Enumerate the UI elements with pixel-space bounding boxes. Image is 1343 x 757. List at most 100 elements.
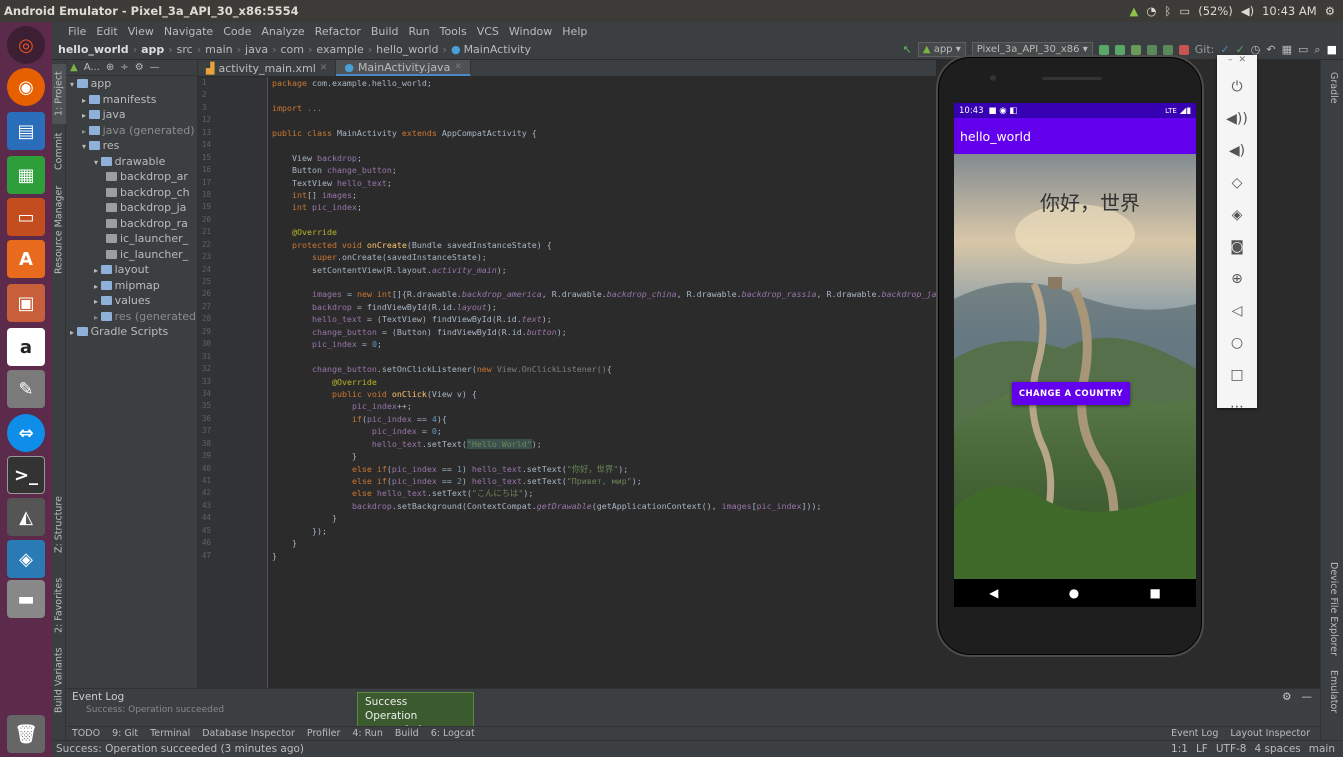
tab-activity-main-xml[interactable]: ▟ activity_main.xml ✕ (198, 60, 337, 76)
menu-file[interactable]: File (68, 25, 86, 38)
file-encoding[interactable]: UTF-8 (1216, 743, 1247, 755)
tree-item[interactable]: ▾ app (66, 76, 197, 92)
apply-changes-icon[interactable] (1114, 44, 1125, 55)
run-tab[interactable]: 4: Run (352, 728, 382, 739)
code-line[interactable]: pic_index++; (268, 400, 936, 412)
volume-up-icon[interactable]: ◀)) (1217, 103, 1257, 135)
code-line[interactable]: backdrop.setBackground(ContextCompat.get… (268, 500, 936, 512)
code-line[interactable]: public class MainActivity extends AppCom… (268, 127, 936, 139)
teamviewer-icon[interactable]: ⇔ (7, 414, 45, 452)
code-line[interactable] (268, 351, 936, 363)
attach-icon[interactable] (1162, 44, 1173, 55)
gear-icon[interactable]: ⚙ (135, 62, 144, 73)
code-line[interactable] (268, 139, 936, 151)
tree-item[interactable]: ▸ res (generated) (66, 309, 197, 325)
code-line[interactable]: @Override (268, 376, 936, 388)
menu-code[interactable]: Code (223, 25, 251, 38)
gradle-tool-tab[interactable]: Gradle (1325, 72, 1339, 104)
tree-item[interactable]: backdrop_ch (66, 185, 197, 201)
code-line[interactable]: import ... (268, 102, 936, 114)
code-line[interactable]: Button change_button; (268, 164, 936, 176)
home-icon[interactable]: ● (1069, 586, 1079, 600)
tree-item[interactable]: ▾ res (66, 138, 197, 154)
tree-item[interactable]: ▸ java (generated) (66, 123, 197, 139)
hide-icon[interactable]: — (150, 62, 160, 73)
more-icon[interactable]: ⋯ (1217, 391, 1257, 423)
chevron-icon[interactable]: ▾ (70, 80, 77, 89)
code-line[interactable] (268, 114, 936, 126)
indent-setting[interactable]: 4 spaces (1254, 743, 1300, 755)
stop-icon[interactable] (1178, 44, 1189, 55)
window-close-icon[interactable]: ■ (1327, 43, 1337, 56)
camera-icon[interactable]: ◙ (1217, 231, 1257, 263)
close-icon[interactable]: ✕ (1238, 55, 1246, 71)
emulator-icon[interactable]: ◈ (7, 540, 45, 578)
target-icon[interactable]: ⊕ (106, 62, 114, 73)
writer-icon[interactable]: ▤ (7, 112, 45, 150)
overview-icon[interactable]: □ (1217, 359, 1257, 391)
overview-icon[interactable]: ■ (1150, 586, 1161, 600)
code-line[interactable]: protected void onCreate(Bundle savedInst… (268, 239, 936, 251)
hide-icon[interactable]: — (1302, 691, 1313, 703)
tree-item[interactable]: ▸ manifests (66, 92, 197, 108)
tree-item[interactable]: backdrop_ja (66, 200, 197, 216)
ubuntu-logo-icon[interactable]: ◎ (7, 26, 45, 64)
volume-down-icon[interactable]: ◀) (1217, 135, 1257, 167)
resource-manager-tab[interactable]: Resource Manager (52, 180, 66, 280)
code-line[interactable]: super.onCreate(savedInstanceState); (268, 251, 936, 263)
gear-icon[interactable]: ⚙ (1325, 4, 1335, 18)
code-line[interactable]: change_button.setOnClickListener(new Vie… (268, 363, 936, 375)
code-line[interactable]: TextView hello_text; (268, 177, 936, 189)
back-icon[interactable]: ◀ (989, 586, 998, 600)
tree-item[interactable]: backdrop_ra (66, 216, 197, 232)
code-line[interactable]: package com.example.hello_world; (268, 77, 936, 89)
profiler-tab[interactable]: Profiler (307, 728, 340, 739)
code-editor[interactable]: package com.example.hello_world; import … (268, 77, 936, 688)
breadcrumb-example[interactable]: example (316, 43, 363, 56)
calc-icon[interactable]: ▦ (7, 156, 45, 194)
chevron-icon[interactable]: ▸ (82, 127, 89, 136)
tree-item[interactable]: ic_launcher_ (66, 231, 197, 247)
chevron-icon[interactable]: ▸ (94, 313, 101, 322)
event-log-tab[interactable]: Event Log (1171, 728, 1218, 739)
breadcrumb-project[interactable]: hello_world (58, 43, 129, 56)
search-icon[interactable]: ⌕ (1314, 43, 1320, 57)
profile-icon[interactable] (1146, 44, 1157, 55)
menu-tools[interactable]: Tools (440, 25, 467, 38)
code-line[interactable]: @Override (268, 226, 936, 238)
chevron-icon[interactable]: ▸ (70, 328, 77, 337)
rollback-icon[interactable]: ↶ (1266, 43, 1275, 56)
code-line[interactable]: if(pic_index == 4){ (268, 413, 936, 425)
code-line[interactable]: else hello_text.setText("こんにちは"); (268, 487, 936, 499)
tree-item[interactable]: ▸ values (66, 293, 197, 309)
tree-item[interactable]: ic_launcher_ (66, 247, 197, 263)
code-line[interactable]: backdrop = findViewById(R.id.layout); (268, 301, 936, 313)
commit-tool-tab[interactable]: Commit (52, 130, 66, 172)
git-branch[interactable]: main (1309, 743, 1335, 755)
chevron-icon[interactable]: ▸ (82, 96, 89, 105)
menu-edit[interactable]: Edit (96, 25, 117, 38)
settings-icon[interactable]: ✎ (7, 370, 45, 408)
system-tray[interactable]: ▲ ◔ ᛒ ▭ (52%) ◀) 10:43 AM ⚙ (1130, 4, 1343, 18)
menu-run[interactable]: Run (409, 25, 430, 38)
zoom-icon[interactable]: ⊕ (1217, 263, 1257, 295)
rotate-left-icon[interactable]: ◇ (1217, 167, 1257, 199)
tree-item[interactable]: ▸ layout (66, 262, 197, 278)
code-line[interactable]: setContentView(R.layout.activity_main); (268, 264, 936, 276)
tree-item[interactable]: ▸ mipmap (66, 278, 197, 294)
tab-mainactivity-java[interactable]: ● MainActivity.java ✕ (336, 60, 471, 76)
run-config-select[interactable]: ▲ app ▾ (917, 42, 966, 57)
favorites-tool-tab[interactable]: 2: Favorites (52, 570, 66, 640)
chevron-icon[interactable]: ▸ (94, 282, 101, 291)
code-line[interactable]: else if(pic_index == 2) hello_text.setTe… (268, 475, 936, 487)
sdk-manager-icon[interactable]: ▦ (1282, 43, 1292, 56)
chevron-icon[interactable]: ▾ (82, 142, 89, 151)
code-line[interactable]: View backdrop; (268, 152, 936, 164)
terminal-tab[interactable]: Terminal (150, 728, 190, 739)
network-icon[interactable]: ▲ (1130, 4, 1139, 18)
code-line[interactable]: public void onClick(View v) { (268, 388, 936, 400)
battery-icon[interactable]: ▭ (1179, 4, 1190, 18)
code-line[interactable] (268, 276, 936, 288)
terminal-icon[interactable]: >_ (7, 456, 45, 494)
android-studio-icon[interactable]: ◭ (7, 498, 45, 536)
